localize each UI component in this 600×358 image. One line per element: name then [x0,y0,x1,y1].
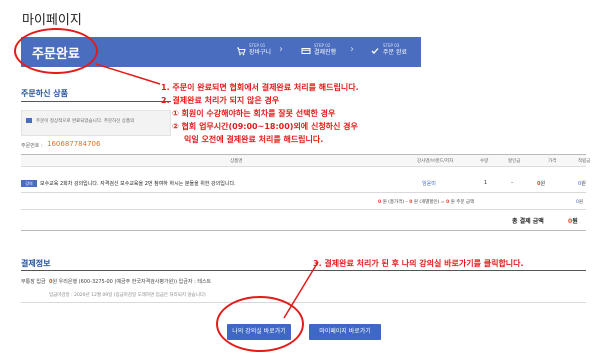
annotation-1: 1. 주문이 완료되면 협회에서 결제완료 처리를 해드립니다. [161,83,359,92]
annotation-3: 3. 결제완료 처리가 된 후 나의 강의실 바로가기를 클릭합니다. [313,259,524,268]
annotation-2-1: ① 회원이 수강해야하는 회차를 잘못 선택한 경우 [172,109,336,118]
annotation-arrows [95,63,319,319]
annotation-2-2: ② 협회 업무시간(09:00~18:00)외에 신청하신 경우 [172,122,358,131]
annotation-2: 2. 결제완료 처리가 되지 않은 경우 [161,96,280,105]
annotation-2-3: 익일 오전에 결제완료 처리를 해드립니다. [184,135,324,144]
highlight-ellipse [216,296,304,352]
